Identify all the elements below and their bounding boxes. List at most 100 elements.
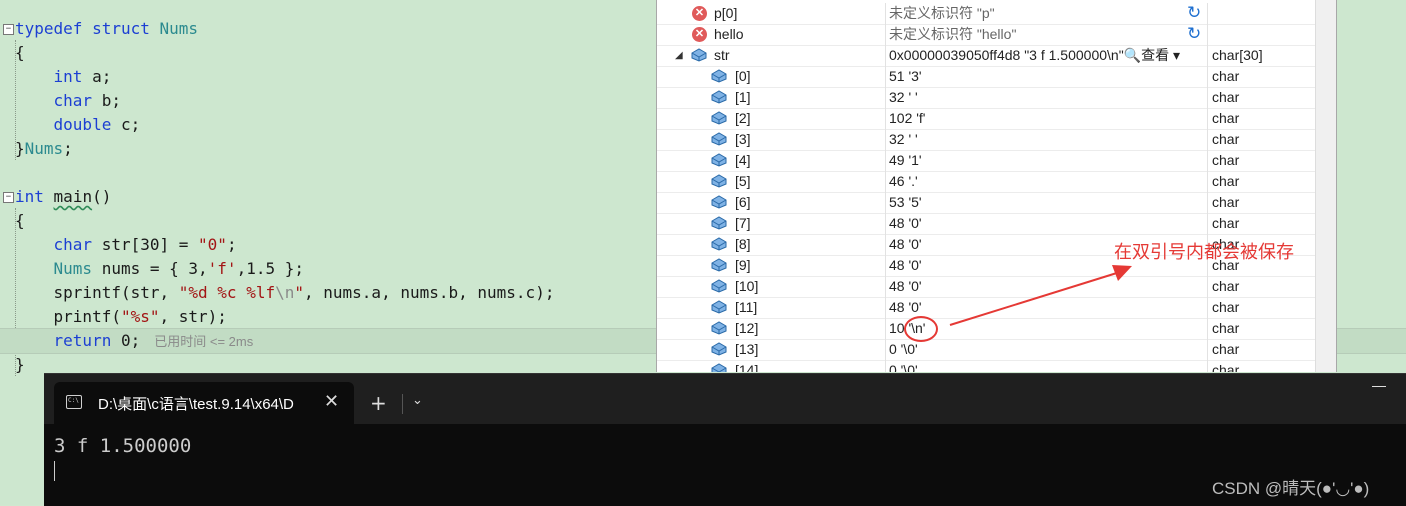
new-tab-button[interactable]: + bbox=[370, 391, 387, 415]
watch-name: [6] bbox=[735, 194, 751, 210]
refresh-icon[interactable]: ↻ bbox=[1187, 4, 1205, 22]
refresh-icon[interactable]: ↻ bbox=[1187, 25, 1205, 43]
watch-element-row[interactable]: [1] 32 ' ' char bbox=[657, 87, 1336, 109]
watch-value: 0 '\0' bbox=[885, 360, 1206, 372]
text-cursor bbox=[54, 461, 55, 481]
watch-name: [7] bbox=[735, 215, 751, 231]
variable-icon bbox=[711, 132, 727, 146]
variable-icon bbox=[711, 342, 727, 356]
watch-element-row[interactable]: [12] 10 '\n' char bbox=[657, 318, 1336, 340]
watch-type: char bbox=[1207, 276, 1315, 297]
watch-type bbox=[1207, 3, 1315, 24]
magnifier-icon[interactable]: 🔍 bbox=[1124, 47, 1141, 63]
collapse-arrow-icon[interactable]: ◢ bbox=[675, 45, 683, 66]
watch-element-row[interactable]: [2] 102 'f' char bbox=[657, 108, 1336, 130]
variable-icon bbox=[691, 48, 707, 62]
watch-element-row[interactable]: [3] 32 ' ' char bbox=[657, 129, 1336, 151]
terminal-tab[interactable]: D:\桌面\c语言\test.9.14\x64\D ✕ bbox=[54, 382, 354, 424]
watch-element-row[interactable]: [0] 51 '3' char bbox=[657, 66, 1336, 88]
watch-name: [2] bbox=[735, 110, 751, 126]
watch-name: str bbox=[714, 47, 730, 63]
watch-row-str[interactable]: ◢ str 0x00000039050ff4d8 "3 f 1.500000\n… bbox=[657, 45, 1336, 67]
chevron-down-icon[interactable]: ⌄ bbox=[412, 393, 423, 408]
watch-value: 32 ' ' bbox=[885, 87, 1206, 108]
watch-value: 48 '0' bbox=[885, 297, 1206, 318]
watch-value: 46 '.' bbox=[885, 171, 1206, 192]
watch-window[interactable]: ✕ p[0] 未定义标识符 "p" ↻ ✕ hello 未定义标识符 "hell… bbox=[656, 0, 1337, 372]
minimize-button[interactable] bbox=[1372, 386, 1386, 387]
dropdown-arrow-icon[interactable]: ▾ bbox=[1173, 47, 1180, 63]
error-icon: ✕ bbox=[692, 6, 707, 21]
watch-value: 未定义标识符 "hello" bbox=[885, 24, 1206, 45]
command-prompt-icon bbox=[66, 395, 82, 409]
watch-type: char bbox=[1207, 339, 1315, 360]
watch-value: 49 '1' bbox=[885, 150, 1206, 171]
watch-name: hello bbox=[714, 26, 744, 42]
close-tab-icon[interactable]: ✕ bbox=[324, 391, 339, 412]
terminal-window[interactable]: D:\桌面\c语言\test.9.14\x64\D ✕ + ⌄ 3 f 1.50… bbox=[44, 373, 1406, 506]
watch-type: char[30] bbox=[1207, 45, 1315, 66]
watch-element-row[interactable]: [5] 46 '.' char bbox=[657, 171, 1336, 193]
watch-name: [1] bbox=[735, 89, 751, 105]
watch-name: [12] bbox=[735, 320, 759, 336]
watch-value: 53 '5' bbox=[885, 192, 1206, 213]
variable-icon bbox=[711, 237, 727, 251]
watch-element-row[interactable]: [10] 48 '0' char bbox=[657, 276, 1336, 298]
watch-element-row[interactable]: [7] 48 '0' char bbox=[657, 213, 1336, 235]
watch-name: p[0] bbox=[714, 5, 738, 21]
watch-type: char bbox=[1207, 192, 1315, 213]
watch-row[interactable]: ✕ p[0] 未定义标识符 "p" ↻ bbox=[657, 3, 1336, 25]
annotation-label: 在双引号内都会被保存 bbox=[1114, 242, 1294, 263]
watermark: CSDN @晴天(●'◡'●) bbox=[1212, 479, 1370, 498]
variable-icon bbox=[711, 321, 727, 335]
variable-icon bbox=[711, 153, 727, 167]
watch-name: [0] bbox=[735, 68, 751, 84]
watch-name: [13] bbox=[735, 341, 759, 357]
text-visualizer-button[interactable]: 查看 bbox=[1141, 47, 1169, 63]
terminal-output: 3 f 1.500000 bbox=[54, 435, 192, 457]
watch-type: char bbox=[1207, 87, 1315, 108]
variable-icon bbox=[711, 174, 727, 188]
watch-value: 0x00000039050ff4d8 "3 f 1.500000\n"🔍查看 ▾ bbox=[885, 45, 1206, 66]
watch-name: [5] bbox=[735, 173, 751, 189]
watch-value: 102 'f' bbox=[885, 108, 1206, 129]
watch-name: [14] bbox=[735, 362, 759, 372]
watch-value: 51 '3' bbox=[885, 66, 1206, 87]
variable-icon bbox=[711, 69, 727, 83]
watch-value: 48 '0' bbox=[885, 213, 1206, 234]
watch-name: [8] bbox=[735, 236, 751, 252]
watch-type: char bbox=[1207, 108, 1315, 129]
terminal-tab-bar: D:\桌面\c语言\test.9.14\x64\D ✕ + ⌄ bbox=[44, 374, 1406, 424]
variable-icon bbox=[711, 279, 727, 293]
variable-icon bbox=[711, 111, 727, 125]
elapsed-time-hint: 已用时间 <= 2ms bbox=[154, 334, 254, 349]
terminal-tab-title: D:\桌面\c语言\test.9.14\x64\D bbox=[98, 396, 294, 413]
watch-element-row[interactable]: [6] 53 '5' char bbox=[657, 192, 1336, 214]
watch-type: char bbox=[1207, 171, 1315, 192]
watch-name: [10] bbox=[735, 278, 759, 294]
vertical-scrollbar[interactable] bbox=[1315, 0, 1336, 372]
fold-toggle-icon[interactable]: − bbox=[3, 192, 14, 203]
variable-icon bbox=[711, 90, 727, 104]
variable-icon bbox=[711, 195, 727, 209]
watch-name: [9] bbox=[735, 257, 751, 273]
watch-value: 32 ' ' bbox=[885, 129, 1206, 150]
watch-element-row[interactable]: [13] 0 '\0' char bbox=[657, 339, 1336, 361]
watch-name: [11] bbox=[735, 299, 758, 315]
watch-value: 48 '0' bbox=[885, 276, 1206, 297]
error-icon: ✕ bbox=[692, 27, 707, 42]
watch-element-row[interactable]: [11] 48 '0' char bbox=[657, 297, 1336, 319]
watch-type bbox=[1207, 24, 1315, 45]
variable-icon bbox=[711, 258, 727, 272]
watch-type: char bbox=[1207, 297, 1315, 318]
watch-type: char bbox=[1207, 360, 1315, 372]
watch-element-row[interactable]: [14] 0 '\0' char bbox=[657, 360, 1336, 372]
watch-type: char bbox=[1207, 213, 1315, 234]
watch-type: char bbox=[1207, 129, 1315, 150]
watch-type: char bbox=[1207, 318, 1315, 339]
watch-value: 未定义标识符 "p" bbox=[885, 3, 1206, 24]
fold-toggle-icon[interactable]: − bbox=[3, 24, 14, 35]
watch-row[interactable]: ✕ hello 未定义标识符 "hello" ↻ bbox=[657, 24, 1336, 46]
watch-element-row[interactable]: [4] 49 '1' char bbox=[657, 150, 1336, 172]
variable-icon bbox=[711, 216, 727, 230]
